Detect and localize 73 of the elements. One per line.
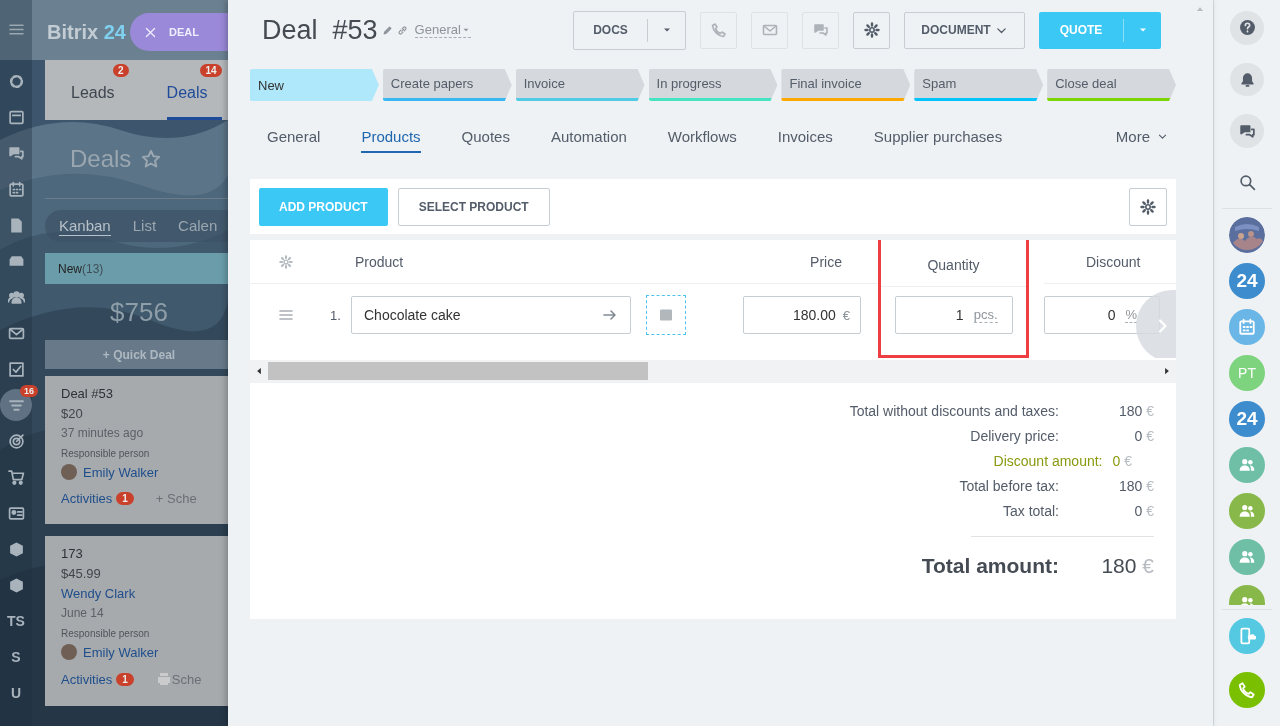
stage-step[interactable]: Create papers	[382, 69, 512, 101]
stage-step[interactable]: Spam	[914, 69, 1044, 101]
total-value: 0 €	[1133, 428, 1154, 444]
column-header: Quantity	[927, 256, 980, 273]
total-label: Discount amount:	[993, 453, 1103, 469]
count-badge: 1	[116, 672, 134, 686]
close-button[interactable]: DEAL	[129, 13, 228, 51]
tab[interactable]: Automation	[550, 119, 627, 153]
stage-step[interactable]: Final invoice	[781, 69, 911, 101]
page-title: Deals	[70, 145, 132, 173]
tab[interactable]: General	[267, 119, 321, 153]
tab[interactable]: Workflows	[667, 119, 737, 153]
card-title: 173	[61, 546, 84, 561]
total-value: 180 €	[1100, 554, 1154, 578]
person-link[interactable]: Emily Walker	[83, 464, 159, 480]
total-label: Tax total:	[1002, 503, 1059, 519]
activities-link[interactable]: Activities	[61, 671, 113, 687]
total-label: Total amount:	[921, 554, 1059, 578]
product-field[interactable]: Chocolate cake	[351, 296, 631, 334]
total-value: 0 €	[1133, 503, 1154, 519]
column-header: Product	[355, 253, 404, 270]
person-link[interactable]: Emily Walker	[83, 644, 159, 660]
total-label: Delivery price:	[970, 428, 1059, 444]
total-value: 180 €	[1117, 403, 1154, 419]
total-value: 0 €	[1112, 453, 1132, 469]
field-label: Responsible person	[61, 448, 151, 459]
tab[interactable]: Leads 2	[71, 60, 129, 120]
category-dropdown[interactable]: General	[414, 22, 471, 38]
column-header: New(13)	[45, 253, 228, 284]
stage-step[interactable]: Close deal	[1047, 69, 1176, 101]
tab[interactable]: Deals 14	[166, 60, 222, 120]
document-button[interactable]: DOCUMENT	[904, 11, 1025, 49]
tab[interactable]: Products	[361, 119, 421, 153]
more-tab[interactable]: More	[1115, 119, 1168, 153]
stage-step[interactable]: Invoice	[515, 69, 645, 101]
card-amount: $45.99	[61, 566, 102, 581]
stage-step[interactable]: New	[250, 69, 379, 101]
count-badge: 1	[116, 492, 134, 505]
contact-avatar[interactable]: 24	[1229, 262, 1265, 299]
deal-card[interactable]: 173 $45.99 Wendy Clark June 14 Responsible person Emily Walker Activities 1 Sche	[45, 536, 228, 706]
deal-card[interactable]: Deal #53 $20 37 minutes ago Responsible person Emily Walker Activities 1 + Sche	[45, 376, 228, 524]
sidebar-item[interactable]: TS	[0, 605, 32, 637]
quantity-field[interactable]: 1 pcs.	[894, 296, 1013, 334]
sidebar-item[interactable]: S	[0, 641, 32, 673]
contact-link[interactable]: Wendy Clark	[61, 586, 228, 601]
tab[interactable]: Supplier purchases	[873, 119, 1003, 153]
column-header: Price	[810, 253, 842, 270]
card-amount: $20	[61, 406, 84, 421]
view-tab[interactable]: Kanban	[59, 216, 111, 236]
view-tab[interactable]: List	[132, 216, 157, 236]
stage-step[interactable]: In progress	[648, 69, 778, 101]
total-label: Total without discounts and taxes:	[849, 403, 1059, 419]
logo: Bitrix 24	[46, 20, 126, 44]
card-date: 37 minutes ago	[61, 426, 145, 440]
deal-title: Deal #53	[262, 14, 378, 46]
price-field[interactable]: 180.00 €	[743, 296, 861, 334]
count-badge: 2	[113, 64, 129, 77]
column-total: $756	[109, 295, 169, 329]
total-value: 180 €	[1117, 478, 1154, 494]
card-date: June 14	[61, 606, 105, 620]
field-label: Responsible person	[61, 628, 151, 639]
select-product-button[interactable]: SELECT PRODUCT	[397, 188, 550, 226]
sidebar-item[interactable]: U	[0, 677, 32, 709]
tab[interactable]: Invoices	[777, 119, 833, 153]
row-number: 1.	[329, 307, 342, 323]
contact-avatar[interactable]: 24	[1229, 400, 1265, 437]
view-tab[interactable]: Calen	[178, 216, 218, 236]
column-header: Discount	[1086, 253, 1141, 270]
tab[interactable]: Quotes	[461, 119, 510, 153]
activities-link[interactable]: Activities	[61, 491, 113, 506]
card-title: Deal #53	[61, 386, 115, 401]
count-badge: 14	[200, 64, 222, 77]
total-label: Total before tax:	[959, 478, 1059, 494]
